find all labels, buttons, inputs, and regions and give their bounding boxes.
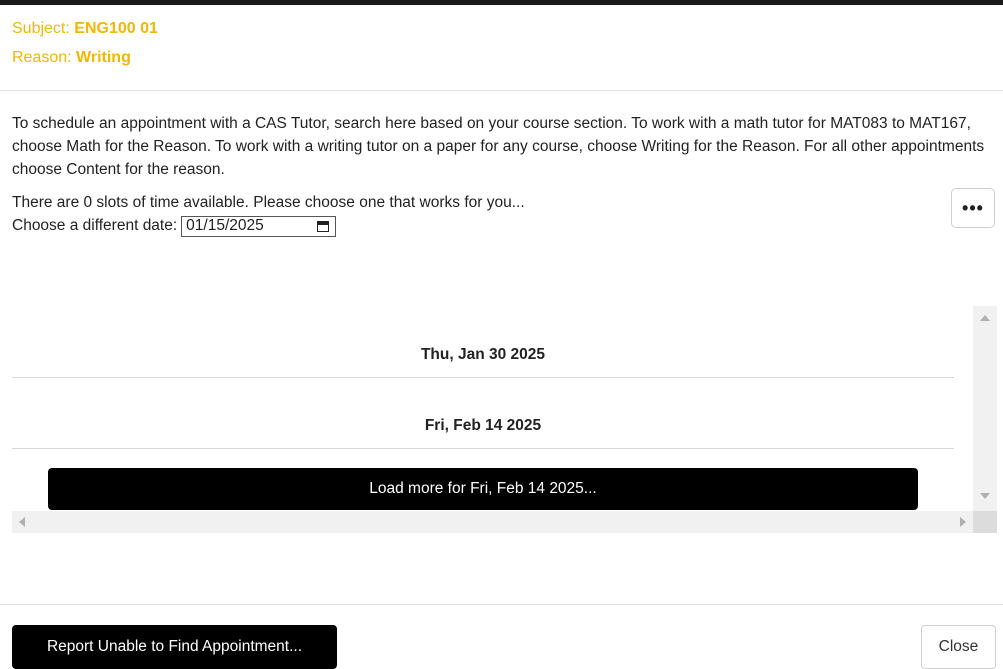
scroll-up-icon[interactable] [980,315,990,321]
scroll-right-icon[interactable] [960,517,966,527]
scroll-down-icon[interactable] [980,493,990,499]
top-border [0,0,1003,5]
subject-label: Subject: [12,20,70,37]
day-divider [12,448,954,449]
day-header: Fri, Feb 14 2025 [424,417,542,434]
slots-available-text: There are 0 slots of time available. Ple… [12,194,525,211]
scrollbar-corner [973,511,997,533]
day-divider [12,377,954,378]
reason-line: Reason: Writing [12,47,131,69]
date-label: Choose a different date: [12,217,178,234]
footer-divider [0,604,1003,605]
header-divider [0,90,1003,91]
instructions-text: To schedule an appointment with a CAS Tu… [12,115,985,178]
subject-value: ENG100 01 [74,20,158,37]
ellipsis-icon: ••• [962,198,984,218]
date-chooser: Choose a different date: 01/15/2025 [12,215,337,237]
reason-value: Writing [76,49,131,66]
vertical-scrollbar[interactable] [973,306,997,511]
horizontal-scrollbar[interactable] [12,511,997,533]
date-value: 01/15/2025 [186,217,264,234]
report-unable-button[interactable]: Report Unable to Find Appointment... [12,625,337,669]
scroll-left-icon[interactable] [19,517,25,527]
reason-label: Reason: [12,49,72,66]
schedule-panel: Thu, Jan 30 2025 Fri, Feb 14 2025 Load m… [12,306,997,533]
calendar-icon[interactable] [317,220,330,232]
subject-line: Subject: ENG100 01 [12,18,158,40]
day-header: Thu, Jan 30 2025 [420,346,546,363]
more-options-button[interactable]: ••• [951,188,995,228]
close-button[interactable]: Close [921,625,996,669]
date-input[interactable]: 01/15/2025 [181,215,337,237]
load-more-button[interactable]: Load more for Fri, Feb 14 2025... [48,468,918,510]
